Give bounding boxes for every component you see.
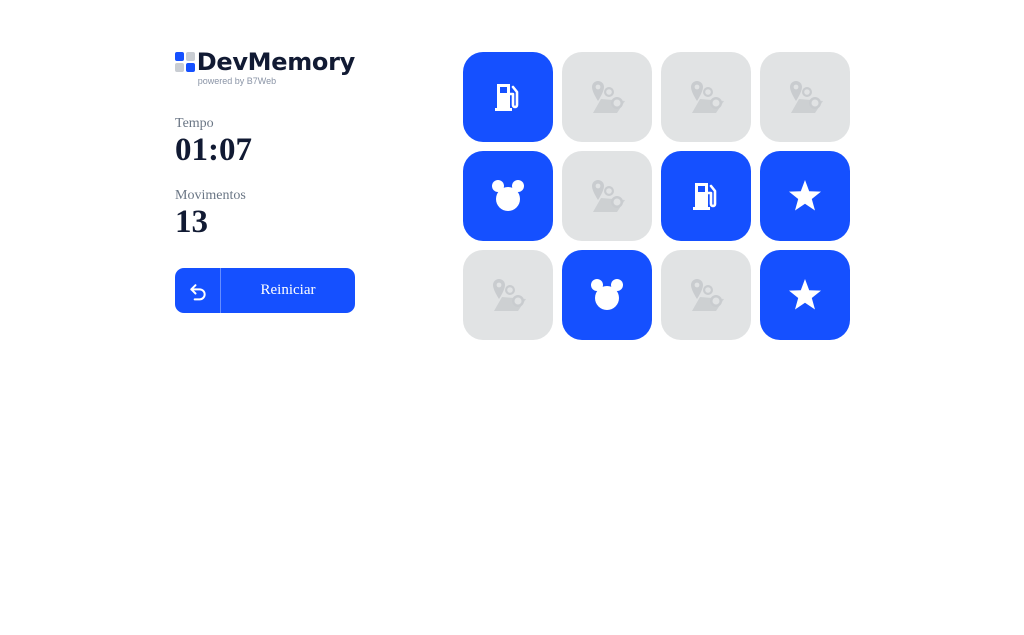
card-revealed[interactable]: [760, 151, 850, 241]
logo-title: DevMemory: [196, 48, 356, 76]
card-hidden[interactable]: [463, 250, 553, 340]
card-hidden[interactable]: [562, 151, 652, 241]
restart-label: Reiniciar: [260, 282, 316, 298]
moves-value: 13: [175, 204, 208, 240]
gas-pump-icon: [688, 178, 724, 214]
card-revealed[interactable]: [463, 151, 553, 241]
mickey-mouse-icon: [490, 178, 526, 214]
app: DevMemory powered by B7Web Tempo 01:07 M…: [0, 0, 1024, 635]
time-label: Tempo: [175, 116, 214, 131]
time-value: 01:07: [175, 132, 252, 168]
info-panel: DevMemory powered by B7Web Tempo 01:07 M…: [175, 48, 355, 313]
undo-arrow-icon: [175, 268, 221, 313]
gas-pump-icon: [490, 79, 526, 115]
card-hidden[interactable]: [661, 250, 751, 340]
logo-subtitle: powered by B7Web: [197, 76, 277, 86]
logo: DevMemory powered by B7Web: [175, 48, 355, 88]
map-pin-icon: [686, 277, 726, 313]
moves-label: Movimentos: [175, 188, 246, 203]
map-pin-icon: [686, 79, 726, 115]
map-pin-icon: [587, 178, 627, 214]
card-grid: [463, 52, 850, 340]
card-hidden[interactable]: [760, 52, 850, 142]
star-icon: [787, 277, 823, 313]
restart-button[interactable]: Reiniciar: [175, 268, 355, 313]
card-hidden[interactable]: [661, 52, 751, 142]
map-pin-icon: [587, 79, 627, 115]
logo-mark-icon: [175, 52, 195, 73]
card-revealed[interactable]: [760, 250, 850, 340]
card-revealed[interactable]: [661, 151, 751, 241]
map-pin-icon: [488, 277, 528, 313]
card-hidden[interactable]: [562, 52, 652, 142]
card-revealed[interactable]: [463, 52, 553, 142]
mickey-mouse-icon: [589, 277, 625, 313]
card-revealed[interactable]: [562, 250, 652, 340]
star-icon: [787, 178, 823, 214]
map-pin-icon: [785, 79, 825, 115]
